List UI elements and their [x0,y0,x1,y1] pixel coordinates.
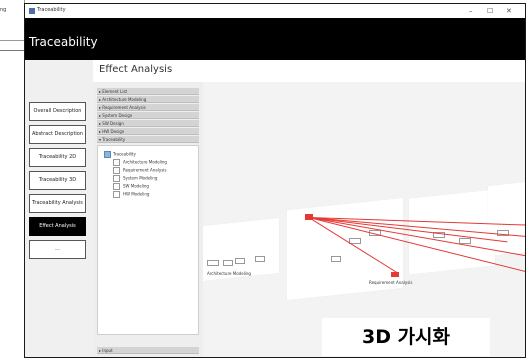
checkbox[interactable] [113,159,120,166]
tree-root-label: Traceability [113,151,136,157]
checkbox[interactable] [113,167,120,174]
tree-item-label: Requirement Analysis [123,167,167,173]
accordion-traceability[interactable]: ▾ Traceability [97,136,199,143]
nav-abstract-description[interactable]: Abstract Description [29,125,86,144]
diagram-node [235,258,245,264]
nav-traceability-3d[interactable]: Traceability 3D [29,171,86,190]
nav-more[interactable]: ... [29,240,86,259]
tree-root[interactable]: Traceability [104,151,136,158]
tree-item-label: HW Modeling [123,191,150,197]
left-navigation: Overall Description Abstract Description… [25,60,93,357]
tree-item-requirement-analysis[interactable]: Requirement Analysis [113,167,166,174]
accordion-input[interactable]: ▸ Input [97,347,199,354]
nav-traceability-2d[interactable]: Traceability 2D [29,148,86,167]
background-divider [0,50,25,51]
accordion-system-design[interactable]: ▸ System Design [97,112,199,119]
nav-effect-analysis[interactable]: Effect Analysis [29,217,86,236]
accordion-requirement-analysis[interactable]: ▸ Requirement Analysis [97,104,199,111]
checkbox[interactable] [113,183,120,190]
background-window: ng [0,0,25,41]
control-panel: ▸ Element List ▸ Architecture Modeling ▸… [93,82,203,357]
accordion-hw-design[interactable]: ▸ HW Design [97,128,199,135]
app-window: Traceability – ☐ ✕ Traceability Overall … [24,3,526,358]
close-button[interactable]: ✕ [506,6,512,16]
nav-traceability-analysis[interactable]: Traceability Analysis [29,194,86,213]
tree-item-sw-modeling[interactable]: SW Modeling [113,183,149,190]
app-icon [29,8,35,14]
plane-sw-modeling [488,182,525,256]
tree-item-label: Architecture Modeling [123,159,167,165]
plane-label-requirement-analysis: Requirement Analysis [369,280,413,285]
page-title: Effect Analysis [99,64,173,75]
tree-item-system-modeling[interactable]: System Modeling [113,175,157,182]
diagram-node [223,260,233,266]
traceability-tree: Traceability Architecture Modeling Requi… [97,145,199,335]
plane-label-architecture-modeling: Architecture Modeling [207,271,251,276]
checkbox[interactable] [113,175,120,182]
highlighted-node-target[interactable] [391,272,399,277]
checkbox[interactable] [113,191,120,198]
tree-item-label: SW Modeling [123,183,149,189]
diagram-node [207,260,219,266]
caption-3d-visualization: 3D 가시화 [322,318,490,356]
accordion-sw-design[interactable]: ▸ SW Design [97,120,199,127]
accordion-element-list[interactable]: ▸ Element List [97,88,199,95]
tree-item-hw-modeling[interactable]: HW Modeling [113,191,149,198]
3d-view-canvas[interactable]: Architecture Modeling Requirement Analys… [203,82,525,357]
diagram-node [255,256,265,262]
maximize-button[interactable]: ☐ [487,6,493,16]
tree-item-label: System Modeling [123,175,158,181]
app-header-title: Traceability [29,35,98,49]
title-bar[interactable]: Traceability – ☐ ✕ [25,4,525,18]
nav-overall-description[interactable]: Overall Description [29,102,86,121]
app-header: Traceability [25,18,525,60]
diagram-node [331,256,341,262]
window-title: Traceability [37,7,66,13]
tree-root-checkbox[interactable] [104,151,111,158]
tree-item-architecture-modeling[interactable]: Architecture Modeling [113,159,167,166]
accordion-architecture-modeling[interactable]: ▸ Architecture Modeling [97,96,199,103]
background-window-label: ng [0,7,7,13]
minimize-button[interactable]: – [469,6,473,16]
